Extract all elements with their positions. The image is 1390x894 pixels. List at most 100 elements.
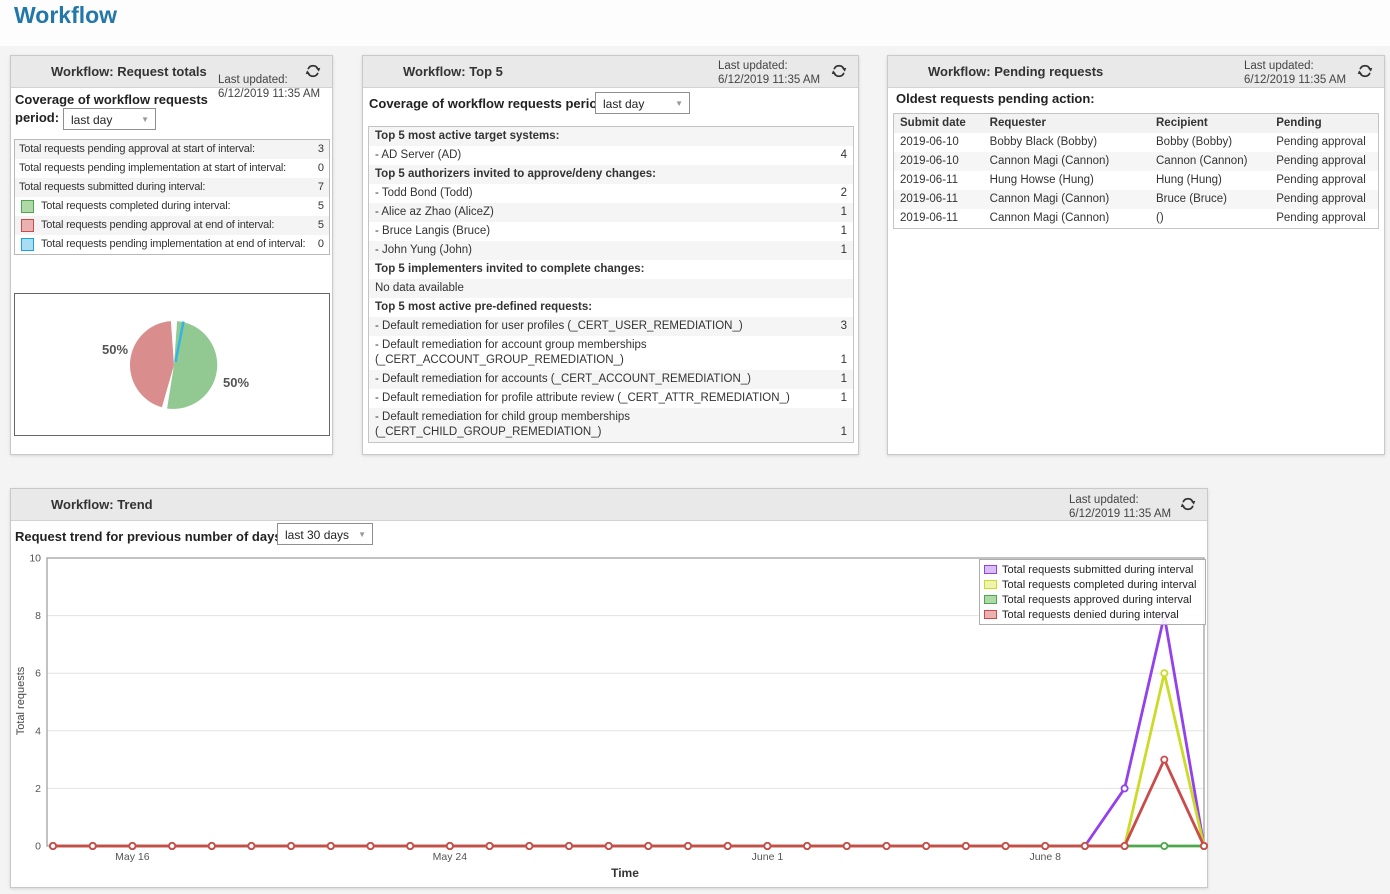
top5-label: Top 5 implementers invited to complete c… — [375, 262, 835, 277]
top5-row: - Default remediation for accounts (_CER… — [369, 370, 853, 389]
request-totals-stats: Total requests pending approval at start… — [14, 139, 330, 255]
trend-days-select[interactable]: last 30 days ▼ — [277, 523, 373, 545]
top5-row: No data available — [369, 279, 853, 298]
top5-label: Top 5 most active pre-defined requests: — [375, 300, 835, 315]
chevron-down-icon: ▼ — [358, 524, 366, 546]
y-axis-label: Total requests — [15, 666, 27, 735]
series-color-swatch — [21, 200, 34, 213]
table-cell: () — [1150, 209, 1270, 229]
legend-label: Total requests completed during interval — [1002, 579, 1196, 591]
stat-value: 5 — [312, 218, 324, 233]
top5-row: - Default remediation for child group me… — [369, 408, 853, 442]
stat-row: Total requests pending approval at start… — [15, 140, 329, 159]
svg-text:10: 10 — [29, 553, 41, 565]
stat-row: Total requests pending implementation at… — [15, 235, 329, 254]
pending-requests-table: Submit dateRequesterRecipientPending 201… — [893, 113, 1379, 229]
period-select-value: last day — [603, 97, 644, 111]
panel-title: Workflow: Trend — [51, 489, 153, 520]
trend-days-select-value: last 30 days — [285, 528, 349, 542]
legend-color-swatch — [984, 580, 997, 589]
stat-value: 5 — [312, 199, 324, 214]
stat-row: Total requests submitted during interval… — [15, 178, 329, 197]
panel-top5: Workflow: Top 5 Last updated: 6/12/2019 … — [362, 55, 859, 455]
table-cell: Pending approval — [1270, 152, 1378, 171]
top5-row: - Bruce Langis (Bruce)1 — [369, 222, 853, 241]
svg-text:6: 6 — [35, 668, 41, 680]
stat-label: Total requests completed during interval… — [41, 199, 312, 214]
table-cell: Hung (Hung) — [1150, 171, 1270, 190]
last-updated-label: Last updated: — [1069, 493, 1171, 507]
svg-text:4: 4 — [35, 725, 41, 737]
stat-value: 7 — [312, 180, 324, 195]
top5-value: 1 — [835, 243, 847, 258]
last-updated: Last updated: 6/12/2019 11:35 AM — [1244, 59, 1346, 87]
pie-label: 50% — [102, 342, 128, 357]
top5-row: - AD Server (AD)4 — [369, 146, 853, 165]
last-updated-value: 6/12/2019 11:35 AM — [1244, 73, 1346, 87]
last-updated-label: Last updated: — [718, 59, 820, 73]
svg-text:8: 8 — [35, 610, 41, 622]
legend-item: Total requests approved during interval — [984, 592, 1201, 607]
legend-item: Total requests submitted during interval — [984, 562, 1201, 577]
table-header-row: Submit dateRequesterRecipientPending — [894, 114, 1379, 134]
table-cell: Bobby Black (Bobby) — [984, 133, 1150, 152]
top5-label: Top 5 most active target systems: — [375, 129, 835, 144]
top5-section-header: Top 5 authorizers invited to approve/den… — [369, 165, 853, 184]
stat-label: Total requests pending approval at end o… — [41, 218, 312, 233]
refresh-icon — [831, 63, 847, 79]
last-updated-value: 6/12/2019 11:35 AM — [718, 73, 820, 87]
column-header: Requester — [984, 114, 1150, 134]
table-cell: Cannon Magi (Cannon) — [984, 152, 1150, 171]
top5-row: - Default remediation for account group … — [369, 336, 853, 370]
top5-row: - John Yung (John)1 — [369, 241, 853, 260]
svg-text:2: 2 — [35, 783, 41, 795]
pie-chart-box: 50%50% — [14, 293, 330, 436]
svg-text:0: 0 — [35, 841, 41, 853]
legend-color-swatch — [984, 595, 997, 604]
last-updated-label: Last updated: — [218, 73, 320, 87]
top5-row: - Default remediation for profile attrib… — [369, 389, 853, 408]
refresh-icon — [1180, 496, 1196, 512]
legend-label: Total requests denied during interval — [1002, 609, 1179, 621]
trend-chart-area: 0246810May 16May 24June 1June 8Total req… — [11, 551, 1209, 889]
refresh-button[interactable] — [1179, 496, 1197, 514]
period-select[interactable]: last day ▼ — [63, 108, 156, 130]
top5-value: 1 — [835, 425, 847, 440]
top5-row: - Todd Bond (Todd)2 — [369, 184, 853, 203]
stat-row: Total requests pending implementation at… — [15, 159, 329, 178]
refresh-button[interactable] — [1356, 63, 1374, 81]
top5-value: 1 — [835, 205, 847, 220]
svg-text:June 8: June 8 — [1029, 851, 1061, 863]
panel-title: Workflow: Request totals — [51, 56, 207, 87]
table-cell: Pending approval — [1270, 171, 1378, 190]
table-cell: Cannon Magi (Cannon) — [984, 190, 1150, 209]
top5-section-header: Top 5 most active target systems: — [369, 127, 853, 146]
column-header: Submit date — [894, 114, 984, 134]
period-select[interactable]: last day ▼ — [595, 92, 690, 114]
stat-label: Total requests pending approval at start… — [19, 142, 312, 157]
top5-label: - John Yung (John) — [375, 243, 835, 258]
top5-value: 2 — [835, 186, 847, 201]
pie-slice-pending-approval — [130, 321, 174, 407]
stat-value: 0 — [312, 161, 324, 176]
panel-request-totals: Workflow: Request totals Last updated: 6… — [10, 55, 333, 455]
table-cell: Pending approval — [1270, 190, 1378, 209]
top5-label: - Default remediation for user profiles … — [375, 319, 835, 334]
table-cell: Cannon (Cannon) — [1150, 152, 1270, 171]
panel-header: Workflow: Top 5 Last updated: 6/12/2019 … — [363, 56, 858, 88]
refresh-button[interactable] — [830, 63, 848, 81]
top5-label: - Default remediation for child group me… — [375, 410, 835, 440]
legend-item: Total requests completed during interval — [984, 577, 1201, 592]
table-row: 2019-06-10Cannon Magi (Cannon)Cannon (Ca… — [894, 152, 1379, 171]
page-header-strip — [0, 0, 1390, 46]
top5-list: Top 5 most active target systems: - AD Se… — [368, 126, 854, 443]
panel-title: Workflow: Top 5 — [403, 56, 503, 87]
table-row: 2019-06-11Cannon Magi (Cannon)()Pending … — [894, 209, 1379, 229]
period-select-value: last day — [71, 113, 112, 127]
series-color-swatch — [21, 219, 34, 232]
stat-value: 0 — [312, 237, 324, 252]
legend-color-swatch — [984, 565, 997, 574]
column-header: Recipient — [1150, 114, 1270, 134]
top5-value: 1 — [835, 372, 847, 387]
chevron-down-icon: ▼ — [141, 109, 149, 131]
